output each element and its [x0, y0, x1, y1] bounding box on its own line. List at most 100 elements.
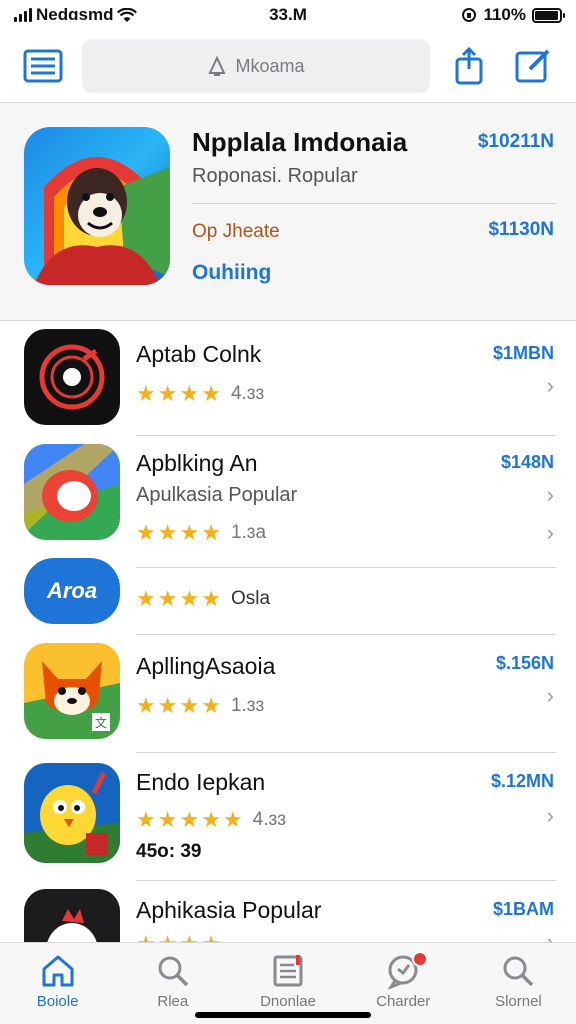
- featured-price[interactable]: $10211N: [478, 131, 554, 153]
- rating-text: 1.ɜa: [230, 522, 267, 543]
- battery-percent: 110%: [483, 5, 526, 24]
- document-icon: [273, 955, 303, 987]
- app-title: ApllingAsaoia: [136, 653, 276, 679]
- app-price[interactable]: $.12MN: [491, 771, 554, 792]
- star-icon: ★: [201, 933, 221, 943]
- rating-text: Osla: [230, 588, 271, 609]
- star-icon: ★: [158, 933, 178, 943]
- star-icon: ★: [136, 381, 156, 406]
- app-rating: ★ ★ ★ ★ 1.ɜa: [136, 522, 266, 544]
- star-icon: ★: [179, 807, 200, 832]
- search-input[interactable]: Mkoama: [82, 39, 430, 93]
- star-icon: ★: [179, 520, 200, 545]
- star-icon: ★: [157, 381, 178, 406]
- list-item[interactable]: Aroa ★ ★ ★ ★ Osla: [0, 558, 576, 635]
- star-icon: ★: [136, 933, 156, 943]
- featured-update-price[interactable]: $1130N: [488, 219, 554, 241]
- app-rating: ★ ★ ★ ★ 4.ɜɜ: [136, 383, 264, 405]
- star-icon: ★: [179, 693, 200, 718]
- lock-rotation-icon: [462, 8, 477, 22]
- star-icon: ★: [136, 586, 156, 611]
- star-icon: ★: [201, 693, 221, 718]
- app-rating: ★★★★: [136, 933, 221, 943]
- star-icon: ★: [201, 520, 221, 545]
- star-icon: ★: [222, 807, 243, 832]
- app-rating: ★ ★ ★ ★ ★ 4.ɜɜ: [136, 809, 286, 831]
- chevron-right-icon[interactable]: ›: [547, 520, 554, 546]
- app-icon-chicken[interactable]: [24, 889, 120, 942]
- app-title: Apblking An: [136, 450, 258, 476]
- app-title: Aphikasia Popular: [136, 897, 322, 923]
- search-icon: [158, 956, 189, 987]
- star-icon: ★: [201, 586, 221, 611]
- signal-icon: [14, 8, 32, 22]
- status-time: 33.M: [269, 5, 307, 24]
- list-item[interactable]: 文 ApllingAsaoia $.156N ★ ★ ★ ★ 1.ɜɜ ›: [0, 635, 576, 753]
- battery-icon: [532, 7, 565, 23]
- featured-subtitle: Roponasi. Ropular: [192, 165, 358, 187]
- app-title: Aptab Colnk: [136, 341, 262, 367]
- app-icon-maps[interactable]: [24, 444, 120, 540]
- app-icon-aroa[interactable]: Aroa: [24, 558, 120, 624]
- tab-label: Dnonlae: [260, 993, 316, 1010]
- status-bar: Nedɑsmd 33.M 110%: [0, 0, 576, 30]
- featured-title: Npplala Imdonaia: [192, 127, 408, 157]
- top-toolbar: Mkoama: [0, 36, 576, 96]
- notification-badge: [411, 951, 428, 967]
- search-icon: [503, 956, 534, 987]
- compose-icon[interactable]: [508, 41, 558, 91]
- tab-label: Rlea: [157, 993, 189, 1010]
- search-placeholder: Mkoama: [235, 55, 305, 76]
- star-icon: ★: [201, 381, 221, 406]
- list-item[interactable]: Aphikasia Popular $1BAM ★★★★ ›: [0, 881, 576, 942]
- app-icon-fox[interactable]: 文: [24, 643, 120, 739]
- app-price[interactable]: $.156N: [496, 653, 554, 674]
- chevron-right-icon[interactable]: ›: [547, 482, 554, 508]
- tab-label: Boiole: [36, 993, 79, 1010]
- star-icon: ★: [157, 693, 178, 718]
- list-item[interactable]: Endo Iepkan $.12MN ★ ★ ★ ★ ★ 4.ɜɜ 45o: 39 ›: [0, 753, 576, 881]
- rating-text: 4.ɜɜ: [252, 809, 286, 830]
- list-icon[interactable]: [18, 41, 68, 91]
- app-price[interactable]: $148N: [501, 452, 554, 473]
- app-icon-bird[interactable]: [24, 763, 120, 863]
- app-price[interactable]: $1MBN: [493, 343, 554, 364]
- star-icon: ★: [157, 520, 178, 545]
- share-icon[interactable]: [444, 41, 494, 91]
- list-item[interactable]: Apblking An Apulkasia Popular $148N ★ ★ ★ ★…: [0, 436, 576, 568]
- chevron-right-icon[interactable]: ›: [547, 683, 554, 709]
- app-icon-music[interactable]: [24, 329, 120, 425]
- chevron-right-icon[interactable]: ›: [547, 373, 554, 399]
- star-icon: ★: [179, 381, 200, 406]
- star-icon: ★: [179, 586, 200, 611]
- tab-home[interactable]: Boiole: [0, 943, 115, 1024]
- app-extra-info: 45o: 39: [136, 841, 202, 862]
- featured-divider: [192, 203, 556, 204]
- chevron-right-icon[interactable]: ›: [547, 929, 554, 942]
- star-icon: ★: [136, 693, 156, 718]
- app-title: Endo Iepkan: [136, 769, 266, 795]
- star-icon: ★: [136, 807, 156, 832]
- chevron-right-icon[interactable]: ›: [547, 803, 554, 829]
- home-indicator[interactable]: [195, 1012, 371, 1018]
- star-icon: ★: [136, 520, 156, 545]
- app-subtitle: Apulkasia Popular: [136, 484, 298, 506]
- list-item[interactable]: Aptab Colnk $1MBN ★ ★ ★ ★ 4.ɜɜ ›: [0, 321, 576, 436]
- star-icon: ★: [201, 807, 221, 832]
- app-rating: ★ ★ ★ ★ Osla: [136, 588, 270, 610]
- tab-label: Charder: [376, 993, 431, 1010]
- rating-text: 4.ɜɜ: [230, 383, 265, 404]
- wifi-icon: [117, 7, 138, 22]
- rating-text: 1.ɜɜ: [230, 695, 265, 716]
- tab-search-2[interactable]: Slornel: [461, 943, 576, 1024]
- app-icon-text: Aroa: [46, 578, 98, 603]
- featured-link[interactable]: Ouhiing: [192, 261, 271, 285]
- featured-app-card[interactable]: Npplala Imdonaia Roponasi. Ropular $1021…: [0, 103, 576, 321]
- featured-update-label: Op Jheate: [192, 221, 280, 242]
- featured-app-icon[interactable]: [24, 127, 170, 285]
- carrier-label: Nedɑsmd: [36, 5, 114, 24]
- star-icon: ★: [157, 807, 178, 832]
- app-price[interactable]: $1BAM: [493, 899, 554, 920]
- star-icon: ★: [179, 933, 199, 943]
- star-icon: ★: [157, 586, 178, 611]
